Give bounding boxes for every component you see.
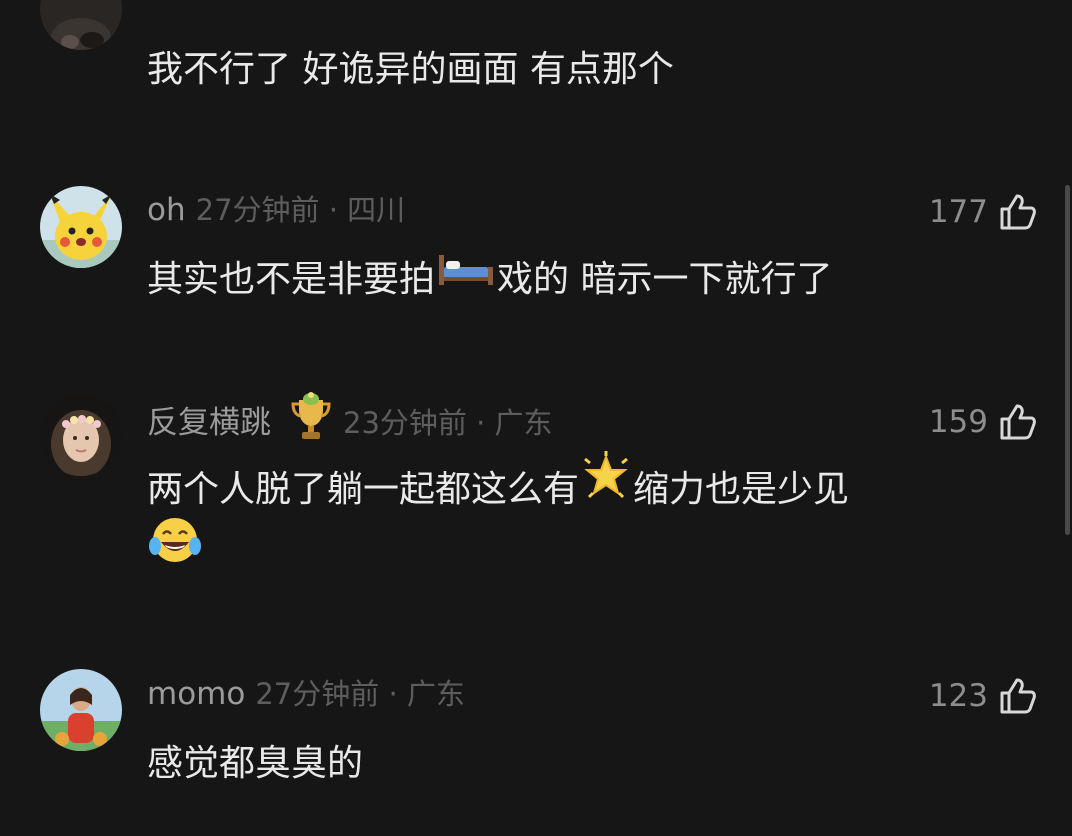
username[interactable]: oh	[147, 192, 186, 228]
scrollbar[interactable]	[1065, 185, 1070, 535]
beach-girl-avatar-icon	[40, 669, 122, 751]
username[interactable]: momo	[147, 676, 245, 712]
comment-time-location: 23分钟前 · 广东	[343, 406, 553, 440]
comment-meta: oh 27分钟前 · 四川	[147, 188, 405, 232]
comment-text-part: 两个人脱了躺一起都这么有	[147, 469, 580, 510]
thumbs-up-icon[interactable]	[998, 192, 1038, 232]
comment-text-part: 缩力也是少见	[633, 469, 850, 510]
like-area[interactable]: 159	[929, 400, 1038, 444]
comment-text: 感觉都臭臭的	[147, 743, 364, 784]
comment-text-part: 戏的 暗示一下就行了	[497, 259, 833, 300]
comment-text: 其实也不是非要拍 戏的 暗示一下就行了	[147, 248, 1007, 312]
comment-text-part: 其实也不是非要拍	[147, 259, 436, 300]
like-count: 123	[928, 678, 988, 714]
girl-flower-crown-avatar-icon	[40, 394, 122, 476]
tears-of-joy-emoji-icon	[147, 514, 203, 587]
comment-text: 我不行了 好诡异的画面 有点那个	[147, 49, 674, 90]
bed-emoji-icon	[437, 244, 495, 308]
avatar[interactable]	[40, 186, 122, 268]
pikachu-avatar-icon	[40, 186, 122, 268]
avatar[interactable]	[40, 0, 122, 50]
comment-time-location: 27分钟前 · 广东	[255, 677, 465, 711]
comment-meta: momo 27分钟前 · 广东	[147, 672, 465, 716]
comment-time-location: 27分钟前 · 四川	[195, 193, 406, 227]
thumbs-up-icon[interactable]	[998, 402, 1038, 442]
comments-screen: { "comments": [ { "username": "", "meta"…	[0, 0, 1072, 836]
thumbs-up-icon[interactable]	[998, 676, 1038, 716]
avatar[interactable]	[40, 394, 122, 476]
dark-portrait-avatar-icon	[40, 0, 122, 50]
username[interactable]: 反复横跳	[147, 405, 271, 441]
like-count: 177	[928, 194, 988, 230]
glowing-star-emoji-icon	[581, 450, 631, 522]
avatar[interactable]	[40, 669, 122, 751]
comment-text: 两个人脱了躺一起都这么有 缩力也是少见	[147, 450, 1007, 522]
like-area[interactable]: 177	[929, 190, 1038, 234]
comment-meta: 反复横跳 23分钟前 · 广东	[147, 392, 553, 442]
like-area[interactable]: 123	[929, 674, 1038, 718]
comment-text-line2	[147, 517, 1007, 587]
trophy-badge-icon	[289, 390, 333, 459]
like-count: 159	[928, 404, 988, 440]
